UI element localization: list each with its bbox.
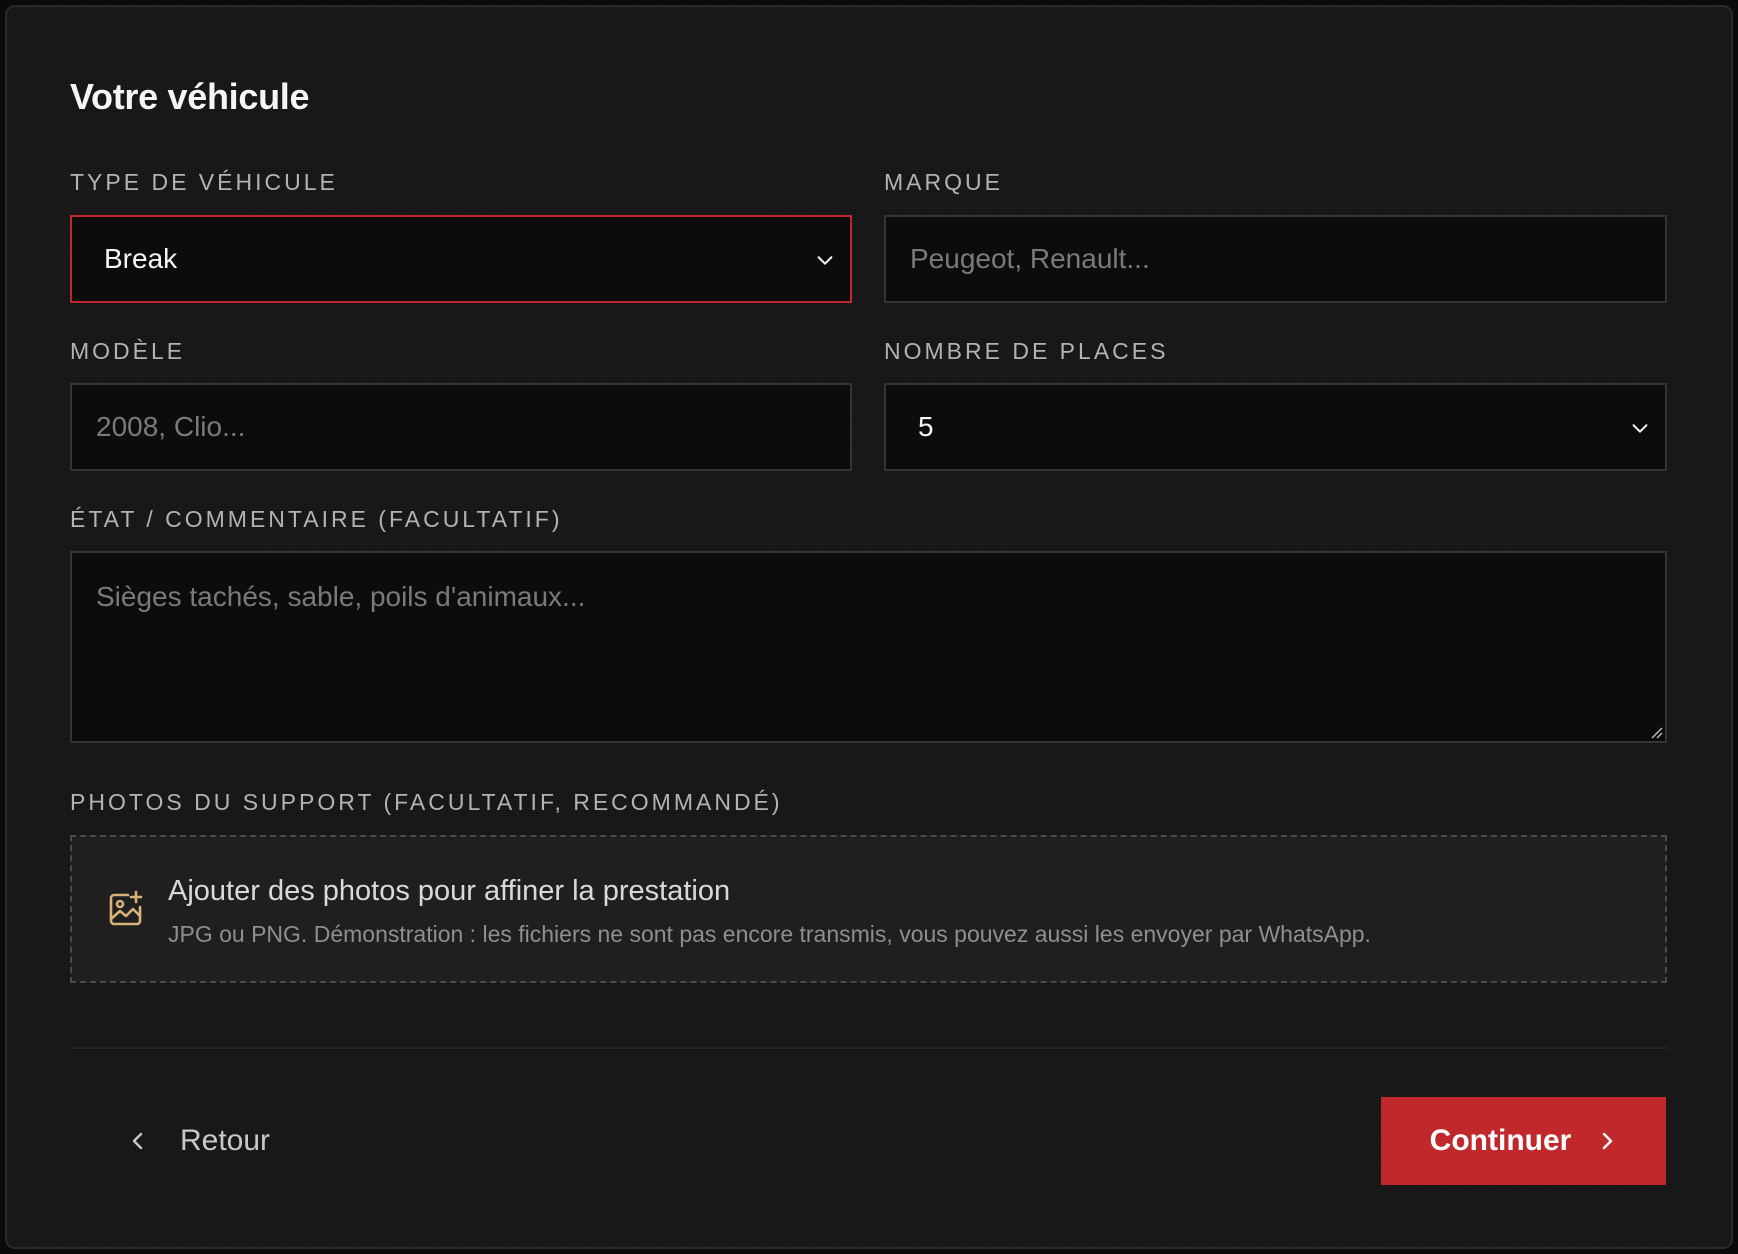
seats-value: 5 — [918, 411, 934, 442]
vehicle-type-select[interactable]: Break — [70, 215, 852, 303]
footer-divider — [70, 1047, 1667, 1049]
chevron-down-icon — [1632, 424, 1648, 433]
model-placeholder: 2008, Clio... — [96, 411, 246, 442]
brand-input[interactable]: Peugeot, Renault... — [884, 215, 1667, 303]
comment-label: ÉTAT / COMMENTAIRE (FACULTATIF) — [70, 506, 563, 532]
page-title: Votre véhicule — [70, 76, 310, 117]
resize-handle-icon[interactable] — [1649, 725, 1663, 739]
seats-label: NOMBRE DE PLACES — [884, 338, 1169, 364]
continue-button-label: Continuer — [1429, 1124, 1572, 1157]
photo-upload-description: JPG ou PNG. Démonstration : les fichiers… — [168, 921, 1371, 947]
comment-placeholder: Sièges tachés, sable, poils d'animaux... — [96, 581, 586, 612]
chevron-down-icon — [817, 256, 833, 265]
comment-textarea[interactable]: Sièges tachés, sable, poils d'animaux... — [70, 551, 1667, 743]
model-label: MODÈLE — [70, 338, 186, 364]
back-button[interactable]: Retour — [112, 1097, 292, 1185]
chevron-right-icon — [1603, 1132, 1613, 1150]
brand-placeholder: Peugeot, Renault... — [910, 243, 1150, 274]
brand-label: MARQUE — [884, 169, 1003, 195]
vehicle-type-label: TYPE DE VÉHICULE — [70, 169, 338, 195]
photo-upload-title: Ajouter des photos pour affiner la prest… — [168, 875, 731, 907]
model-input[interactable]: 2008, Clio... — [70, 383, 852, 471]
continue-button[interactable]: Continuer — [1381, 1097, 1666, 1185]
chevron-left-icon — [132, 1132, 143, 1150]
image-add-icon — [109, 890, 143, 926]
photos-label: PHOTOS DU SUPPORT (FACULTATIF, RECOMMAND… — [70, 789, 783, 815]
seats-select[interactable]: 5 — [884, 383, 1667, 471]
photo-upload-dropzone[interactable]: Ajouter des photos pour affiner la prest… — [70, 835, 1667, 983]
back-button-label: Retour — [180, 1124, 271, 1157]
vehicle-type-value: Break — [104, 243, 178, 274]
